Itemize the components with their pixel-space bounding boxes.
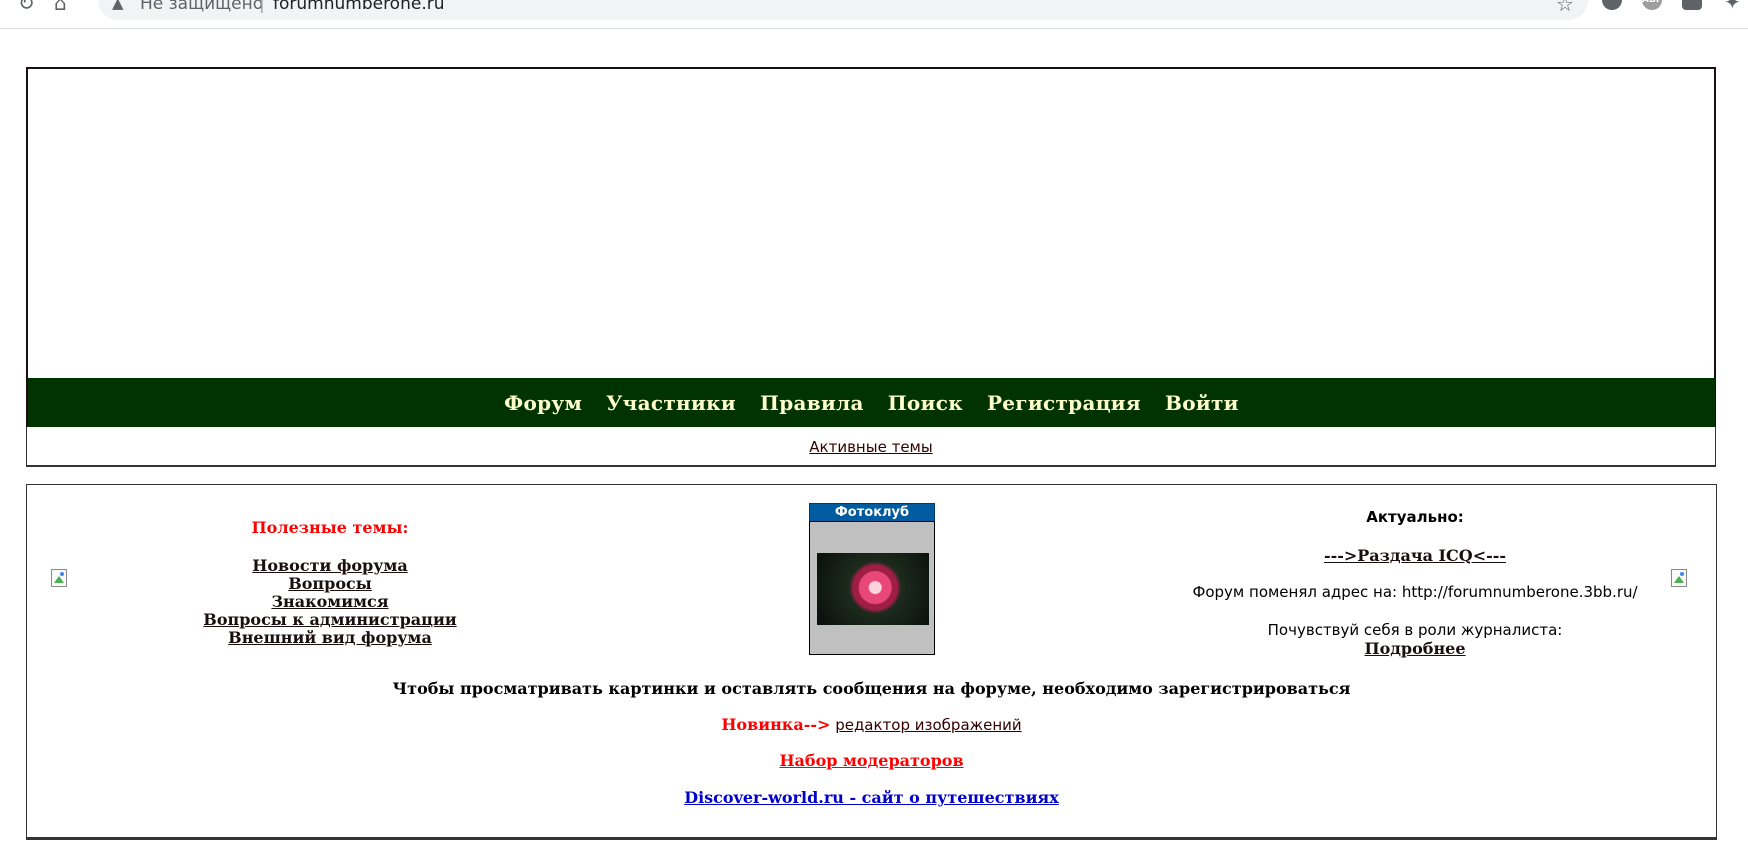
moderators-line: Набор модераторов bbox=[26, 751, 1717, 770]
register-notice: Чтобы просматривать картинки и оставлять… bbox=[392, 679, 1351, 698]
extension-shield-icon[interactable] bbox=[1682, 0, 1702, 10]
moderators-recruitment-link[interactable]: Набор модераторов bbox=[779, 751, 963, 770]
discover-line: Discover-world.ru - сайт о путешествиях bbox=[26, 788, 1717, 807]
nav-register[interactable]: Регистрация bbox=[987, 391, 1141, 415]
useful-topics: Полезные темы: Новости форума Вопросы Зн… bbox=[180, 518, 480, 647]
icq-giveaway-link[interactable]: --->Раздача ICQ<--- bbox=[1170, 546, 1660, 565]
extensions-puzzle-icon[interactable]: ✦ bbox=[1724, 0, 1741, 14]
adblock-extension-icon[interactable]: ABP bbox=[1642, 0, 1662, 10]
address-change-text: Форум поменял адрес на: http://forumnumb… bbox=[1192, 583, 1638, 601]
bookmark-star-icon[interactable]: ☆ bbox=[1556, 0, 1574, 16]
nav-members[interactable]: Участники bbox=[606, 391, 736, 415]
sub-navigation: Активные темы bbox=[26, 427, 1716, 467]
warning-icon[interactable]: ▲ bbox=[112, 0, 124, 12]
photoclub-frame[interactable] bbox=[809, 521, 935, 655]
url-separator: | bbox=[259, 0, 265, 14]
new-feature-line: Новинка--> редактор изображений bbox=[26, 715, 1717, 734]
reload-icon[interactable]: ↻ bbox=[18, 0, 35, 15]
active-topics-link[interactable]: Активные темы bbox=[809, 438, 932, 456]
nav-search[interactable]: Поиск bbox=[888, 391, 963, 415]
more-link[interactable]: Подробнее bbox=[1170, 639, 1660, 658]
actual-news: Актуально: --->Раздача ICQ<--- Форум пом… bbox=[1170, 508, 1660, 658]
nav-forum[interactable]: Форум bbox=[504, 391, 582, 415]
broken-image-icon bbox=[1671, 569, 1689, 587]
actual-heading: Актуально: bbox=[1366, 508, 1464, 526]
browser-toolbar: ↻ ⌂ ▲ Не защищено | forumnumberone.ru ☆ … bbox=[0, 0, 1748, 29]
nav-rules[interactable]: Правила bbox=[760, 391, 864, 415]
photoclub-widget[interactable]: Фотоклуб ZoooM bbox=[809, 503, 935, 655]
main-navigation: Форум Участники Правила Поиск Регистраци… bbox=[28, 378, 1715, 427]
link-introductions[interactable]: Знакомимся bbox=[180, 593, 480, 611]
link-forum-news[interactable]: Новости форума bbox=[180, 557, 480, 575]
discover-world-link[interactable]: Discover-world.ru - сайт о путешествиях bbox=[684, 788, 1059, 807]
home-icon[interactable]: ⌂ bbox=[54, 0, 67, 15]
image-editor-link[interactable]: редактор изображений bbox=[835, 716, 1022, 734]
new-label: Новинка--> bbox=[721, 715, 831, 734]
journalist-text: Почувствуй себя в роли журналиста: bbox=[1267, 621, 1563, 639]
rose-photo[interactable] bbox=[817, 553, 929, 625]
extension-icon[interactable] bbox=[1602, 0, 1622, 10]
nav-login[interactable]: Войти bbox=[1165, 391, 1239, 415]
link-questions[interactable]: Вопросы bbox=[180, 575, 480, 593]
url-text[interactable]: forumnumberone.ru bbox=[273, 0, 445, 14]
broken-image-icon bbox=[51, 569, 69, 587]
link-forum-appearance[interactable]: Внешний вид форума bbox=[180, 629, 480, 647]
insecure-label[interactable]: Не защищено bbox=[140, 0, 263, 14]
useful-topics-title: Полезные темы: bbox=[251, 518, 409, 537]
link-admin-questions[interactable]: Вопросы к администрации bbox=[180, 611, 480, 629]
